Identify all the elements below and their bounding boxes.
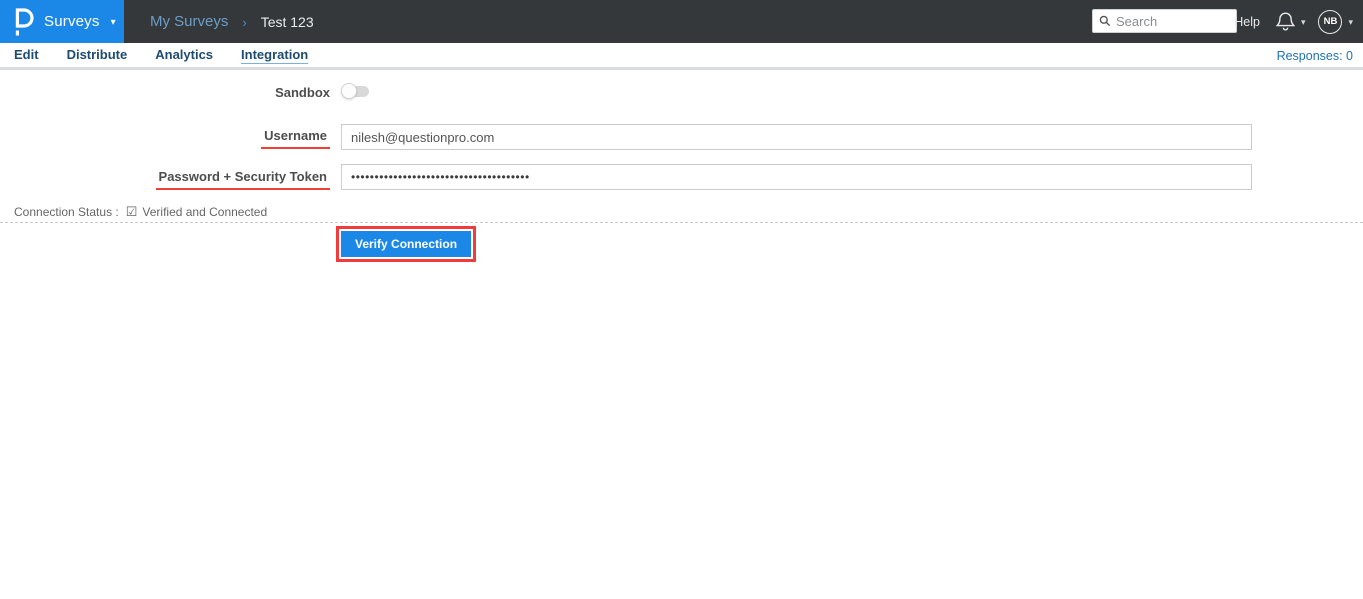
section-divider xyxy=(0,222,1363,223)
username-label: Username xyxy=(0,128,330,149)
tab-distribute[interactable]: Distribute xyxy=(67,47,128,64)
top-navbar: Surveys ▾ My Surveys › Test 123 Help ▾ xyxy=(0,0,1363,43)
help-link[interactable]: Help xyxy=(1234,15,1260,29)
user-menu[interactable]: NB ▾ xyxy=(1318,9,1353,34)
navbar-right: Help ▾ NB ▾ xyxy=(1234,0,1353,43)
bell-icon xyxy=(1275,12,1295,31)
avatar: NB xyxy=(1318,9,1343,34)
checkbox-checked-icon: ☑ xyxy=(125,204,138,219)
tab-integration[interactable]: Integration xyxy=(241,47,308,64)
notifications-menu[interactable]: ▾ xyxy=(1275,11,1306,32)
chevron-down-icon: ▾ xyxy=(110,17,116,28)
search-box[interactable] xyxy=(1092,9,1237,33)
chevron-down-icon: ▾ xyxy=(1300,17,1306,27)
click-highlight-box: Verify Connection xyxy=(336,226,477,262)
password-label: Password + Security Token xyxy=(0,169,330,190)
sandbox-toggle[interactable] xyxy=(341,83,369,99)
tab-edit[interactable]: Edit xyxy=(14,47,39,64)
breadcrumb-current-survey: Test 123 xyxy=(260,13,314,30)
search-icon xyxy=(1099,15,1111,27)
questionpro-logo-icon xyxy=(14,7,34,36)
verify-connection-button[interactable]: Verify Connection xyxy=(341,231,472,257)
responses-count[interactable]: Responses: 0 xyxy=(1277,49,1353,63)
username-label-text: Username xyxy=(261,128,330,149)
sandbox-label: Sandbox xyxy=(0,85,330,100)
page: Surveys ▾ My Surveys › Test 123 Help ▾ xyxy=(0,0,1363,599)
toggle-knob xyxy=(341,83,357,99)
username-field[interactable] xyxy=(341,124,1252,150)
connection-status-value: Verified and Connected xyxy=(142,205,268,219)
password-label-text: Password + Security Token xyxy=(155,169,330,190)
search-input[interactable] xyxy=(1116,13,1230,29)
breadcrumb-my-surveys[interactable]: My Surveys xyxy=(150,13,228,30)
product-menu[interactable]: Surveys ▾ xyxy=(0,0,124,43)
chevron-down-icon: ▾ xyxy=(1348,17,1353,27)
survey-tabbar: Edit Distribute Analytics Integration Re… xyxy=(0,43,1363,70)
tab-analytics[interactable]: Analytics xyxy=(155,47,213,64)
connection-status: Connection Status : ☑ Verified and Conne… xyxy=(14,204,267,220)
password-field[interactable] xyxy=(341,164,1252,190)
sandbox-label-text: Sandbox xyxy=(275,85,330,100)
connection-status-label: Connection Status : xyxy=(14,205,119,219)
breadcrumb-separator-icon: › xyxy=(242,14,247,30)
product-label: Surveys xyxy=(44,13,100,30)
breadcrumb: My Surveys › Test 123 xyxy=(150,0,314,43)
